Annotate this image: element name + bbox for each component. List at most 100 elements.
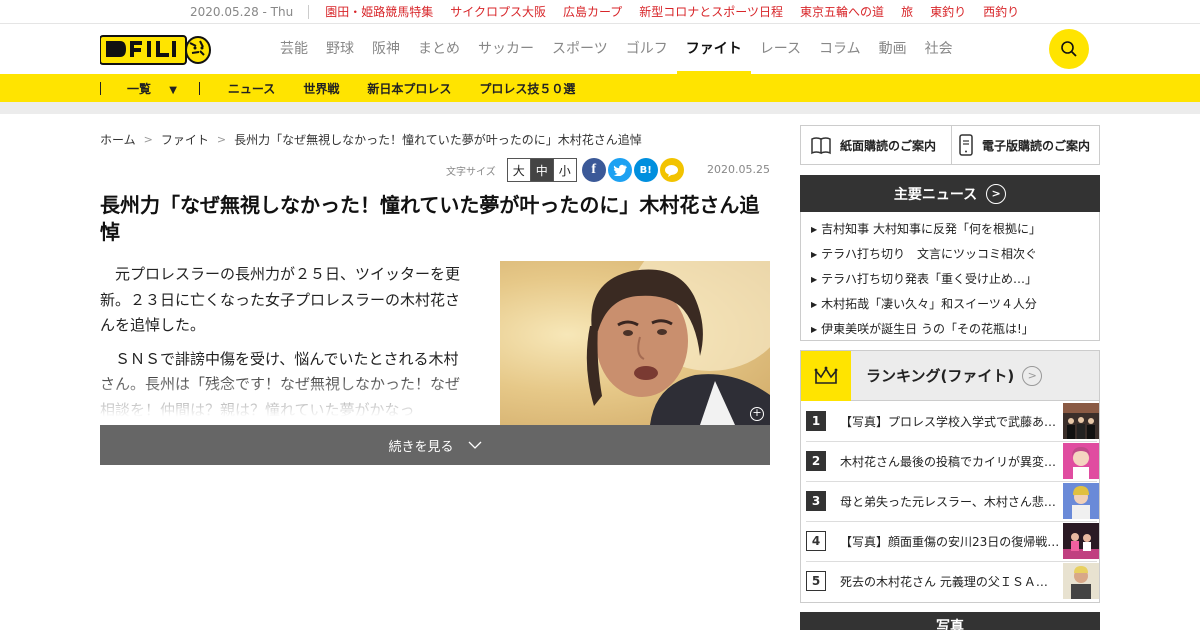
featured-links: 園田・姫路競馬特集 サイクロプス大阪 広島カープ 新型コロナとスポーツ日程 東京…: [325, 3, 1019, 20]
newspaper-icon: [811, 137, 831, 155]
ranking-text: 【写真】顔面重傷の安川23日の復帰戦…: [840, 534, 1060, 549]
nav-item-geino[interactable]: 芸能: [280, 24, 317, 74]
triangle-right-icon: ▶: [811, 325, 818, 334]
ranking-item[interactable]: 2 木村花さん最後の投稿でカイリが異変…: [801, 441, 1099, 481]
subnav-item-world[interactable]: 世界戦: [303, 80, 339, 97]
site-logo[interactable]: [99, 33, 212, 66]
read-more-button[interactable]: 続きを見る: [100, 425, 770, 465]
news-item[interactable]: ▶ テラハ打ち切り 文言にツッコミ相次ぐ: [801, 242, 1099, 267]
main-news-list: ▶ 吉村知事 大村知事に反発「何を根拠に」 ▶ テラハ打ち切り 文言にツッコミ相次ぐ…: [800, 212, 1100, 341]
divider: [198, 81, 200, 95]
ranking-thumbnail: [1063, 563, 1099, 599]
rank-number: 3: [806, 491, 826, 511]
nav-item-soccer[interactable]: サッカー: [469, 24, 543, 74]
rank-number: 4: [806, 531, 826, 551]
subscription-links: 紙面購読のご案内 電子版購読のご案内: [800, 125, 1100, 165]
current-date: 2020.05.28 - Thu: [190, 4, 294, 19]
font-size-small-button[interactable]: 小: [552, 158, 577, 182]
arrow-right-icon: >: [986, 183, 1007, 204]
nav-item-yakyu[interactable]: 野球: [317, 24, 363, 74]
ranking-text: 【写真】プロレス学校入学式で武藤あ…: [840, 414, 1057, 429]
news-item[interactable]: ▶ テラハ打ち切り発表「重く受け止め…」: [801, 267, 1099, 292]
divider: [100, 81, 101, 95]
featured-link[interactable]: 新型コロナとスポーツ日程: [639, 3, 783, 20]
crown-icon-box: [801, 350, 851, 401]
daily-logo-icon: [99, 35, 211, 65]
triangle-right-icon: ▶: [811, 225, 818, 234]
divider-strip: [0, 102, 1200, 114]
digital-subscription-button[interactable]: 電子版購読のご案内: [952, 126, 1099, 164]
ranking-thumbnail: [1063, 483, 1099, 519]
hatena-share-button[interactable]: B!: [633, 158, 658, 182]
crown-icon: [814, 366, 838, 384]
smartphone-icon: [959, 134, 973, 156]
nav-item-fight[interactable]: ファイト: [676, 24, 751, 74]
featured-link[interactable]: サイクロプス大阪: [450, 3, 546, 20]
arrow-right-icon: >: [1022, 365, 1043, 386]
font-size-medium-button[interactable]: 中: [529, 158, 554, 182]
article-photo[interactable]: +: [500, 261, 770, 425]
font-size-large-button[interactable]: 大: [506, 158, 531, 182]
twitter-share-button[interactable]: [607, 158, 632, 182]
twitter-icon: [613, 164, 627, 176]
zoom-icon: +: [750, 407, 764, 421]
news-item[interactable]: ▶ 木村拓哉「凄い久々」和スイーツ４人分: [801, 292, 1099, 317]
ranking-text: 母と弟失った元レスラー、木村さん悲…: [840, 494, 1056, 509]
read-more-label: 続きを見る: [388, 439, 454, 455]
subnav-item-moves[interactable]: プロレス技５０選: [479, 80, 575, 97]
news-item-text: テラハ打ち切り発表「重く受け止め…」: [821, 272, 1038, 286]
portrait-photo: [586, 261, 770, 425]
main-nav: 芸能 野球 阪神 まとめ サッカー スポーツ ゴルフ ファイト レース コラム …: [280, 24, 962, 74]
triangle-right-icon: ▶: [811, 275, 818, 284]
featured-link[interactable]: 園田・姫路競馬特集: [325, 3, 433, 20]
main-news-header[interactable]: 主要ニュース >: [800, 175, 1100, 212]
breadcrumb-fight[interactable]: ファイト: [161, 131, 209, 148]
subnav-item-news[interactable]: ニュース: [228, 80, 275, 97]
featured-link[interactable]: 西釣り: [983, 3, 1019, 20]
search-button[interactable]: [1049, 29, 1089, 69]
paper-subscription-button[interactable]: 紙面購読のご案内: [801, 126, 952, 164]
digital-subscription-label: 電子版購読のご案内: [982, 138, 1091, 153]
rank-number: 1: [806, 411, 826, 431]
breadcrumb-home[interactable]: ホーム: [100, 131, 136, 148]
ranking-header[interactable]: ランキング(ファイト) >: [801, 350, 1099, 401]
category-list-label: 一覧: [127, 81, 152, 96]
nav-item-column[interactable]: コラム: [810, 24, 870, 74]
hatena-icon: B!: [639, 164, 652, 176]
news-item[interactable]: ▶ 吉村知事 大村知事に反発「何を根拠に」: [801, 217, 1099, 242]
featured-link[interactable]: 東京五輪への道: [800, 3, 884, 20]
photo-section-header[interactable]: 写真: [800, 612, 1100, 630]
nav-item-hanshin[interactable]: 阪神: [363, 24, 409, 74]
nav-item-golf[interactable]: ゴルフ: [617, 24, 677, 74]
search-icon: [1061, 41, 1077, 57]
nav-item-sports[interactable]: スポーツ: [543, 24, 617, 74]
ranking-thumbnail: [1063, 403, 1099, 439]
news-item-text: 木村拓哉「凄い久々」和スイーツ４人分: [821, 297, 1037, 311]
rank-number: 5: [806, 571, 826, 591]
triangle-down-icon: ▼: [169, 84, 177, 96]
nav-item-society[interactable]: 社会: [916, 24, 962, 74]
nav-item-matome[interactable]: まとめ: [409, 24, 469, 74]
divider: [308, 4, 310, 19]
ranking-item[interactable]: 5 死去の木村花さん 元義理の父ＩＳＡ…: [801, 561, 1099, 601]
featured-link[interactable]: 広島カープ: [563, 3, 622, 20]
news-item[interactable]: ▶ 伊東美咲が誕生日 うの「その花瓶は!」: [801, 317, 1099, 342]
rank-number: 2: [806, 451, 826, 471]
ranking-item[interactable]: 4 【写真】顔面重傷の安川23日の復帰戦…: [801, 521, 1099, 561]
line-share-button[interactable]: [659, 158, 684, 182]
sub-nav: 一覧 ▼ ニュース 世界戦 新日本プロレス プロレス技５０選: [0, 74, 1200, 102]
subnav-item-njpw[interactable]: 新日本プロレス: [367, 80, 451, 97]
ranking-item[interactable]: 1 【写真】プロレス学校入学式で武藤あ…: [801, 401, 1099, 441]
facebook-share-button[interactable]: f: [581, 158, 606, 182]
category-list-dropdown[interactable]: 一覧 ▼: [127, 80, 177, 97]
featured-link[interactable]: 東釣り: [930, 3, 966, 20]
featured-link[interactable]: 旅: [901, 3, 913, 20]
nav-item-race[interactable]: レース: [751, 24, 810, 74]
ranking-text: 死去の木村花さん 元義理の父ＩＳＡ…: [840, 574, 1048, 589]
ranking-panel: ランキング(ファイト) > 1 【写真】プロレス学校入学式で武藤あ… 2 木村花…: [800, 350, 1100, 603]
ranking-title: ランキング(ファイト): [866, 367, 1015, 385]
ranking-item[interactable]: 3 母と弟失った元レスラー、木村さん悲…: [801, 481, 1099, 521]
ranking-thumbnail: [1063, 523, 1099, 559]
article-tools: 文字サイズ 大 中 小 f B!: [446, 158, 684, 182]
nav-item-video[interactable]: 動画: [870, 24, 916, 74]
